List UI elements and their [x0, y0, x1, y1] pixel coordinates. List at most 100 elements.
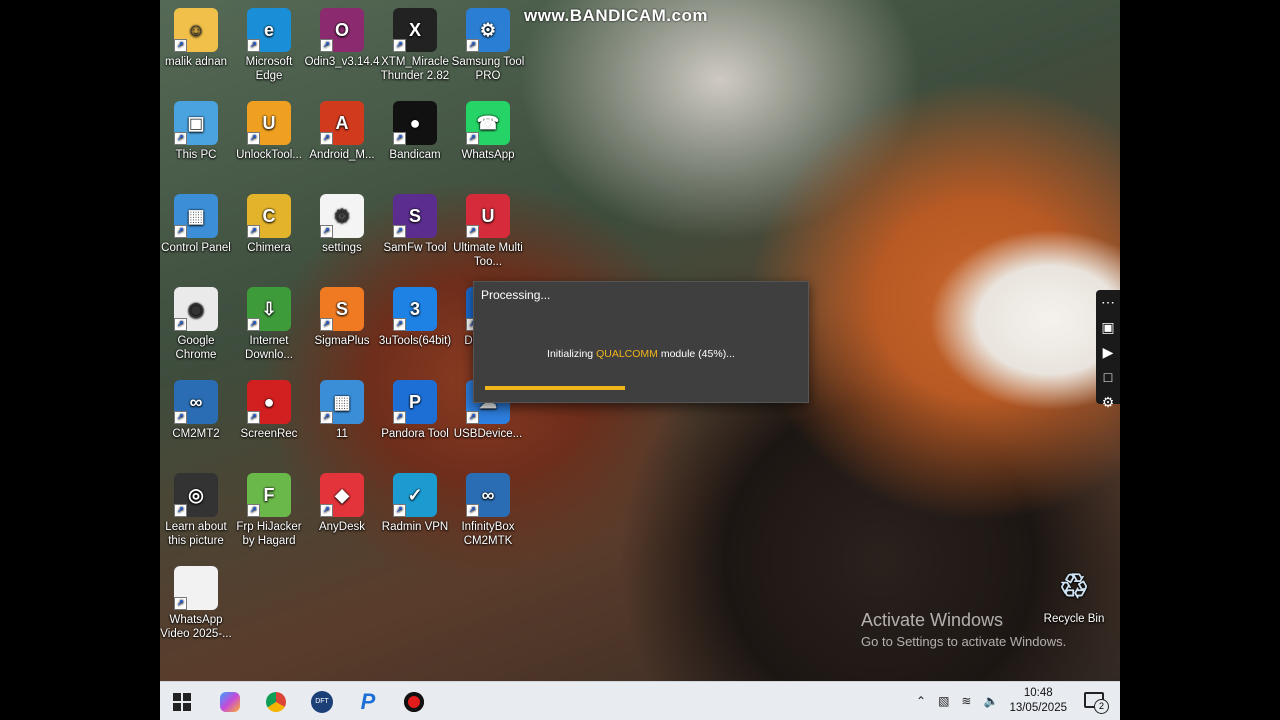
recycle-bin-icon: ♲	[1058, 568, 1090, 606]
icon-label: XTM_Miracle Thunder 2.82	[380, 56, 450, 82]
taskbar-chrome[interactable]	[263, 689, 289, 715]
icon-label: Chimera	[247, 242, 291, 254]
taskbar-pandora[interactable]: P	[355, 689, 381, 715]
internet-download-manager-shortcut[interactable]: ⇩ ↗ Internet Downlo...	[231, 279, 307, 362]
icon-glyph: ▦	[333, 392, 351, 412]
frp-hijacker-shortcut[interactable]: F ↗ Frp HiJacker by Hagard	[231, 465, 307, 548]
folder-11-shortcut[interactable]: ▦ ↗ 11	[304, 372, 380, 441]
settings-file-shortcut[interactable]: ⚙ ↗ settings	[304, 186, 380, 255]
icon-glyph: 3	[409, 299, 420, 319]
icon-label: 11	[336, 428, 348, 440]
odin-shortcut[interactable]: O ↗ Odin3_v3.14.4	[304, 0, 380, 69]
icon-label: Learn about this picture	[165, 521, 227, 547]
icon-label: SamFw Tool	[383, 242, 447, 254]
settings-file-icon: ⚙ ↗	[320, 194, 364, 238]
toolbar-menu-icon[interactable]: ⋯	[1096, 290, 1120, 315]
dftpro-icon: DFT	[311, 691, 333, 713]
notification-center[interactable]: 2	[1084, 690, 1109, 714]
shortcut-arrow-icon: ↗	[174, 225, 187, 238]
wifi-icon[interactable]: ≋	[961, 694, 971, 708]
message-prefix: Initializing	[547, 348, 597, 360]
whatsapp-video-file-shortcut[interactable]: ↗ WhatsApp Video 2025-...	[160, 558, 234, 641]
icon-glyph: ▦	[187, 206, 205, 226]
android-multitool-shortcut[interactable]: A ↗ Android_M...	[304, 93, 380, 162]
device-icon[interactable]: ▧	[938, 694, 949, 708]
icon-glyph: U	[481, 206, 495, 226]
sigmaplus-shortcut[interactable]: S ↗ SigmaPlus	[304, 279, 380, 348]
whatsapp-shortcut[interactable]: ☎ ↗ WhatsApp	[450, 93, 526, 162]
ultimate-multi-tool-shortcut[interactable]: U ↗ Ultimate Multi Too...	[450, 186, 526, 269]
shortcut-arrow-icon: ↗	[466, 132, 479, 145]
desktop-screen: www.BANDICAM.com ☺ ↗ malik adnan e ↗ Microsof…	[160, 0, 1120, 720]
icon-label: CM2MT2	[172, 428, 220, 440]
icon-glyph: ◆	[335, 485, 349, 505]
icon-glyph: F	[263, 485, 275, 505]
edge-shortcut[interactable]: e ↗ Microsoft Edge	[231, 0, 307, 83]
cm2mt2-shortcut[interactable]: ∞ ↗ CM2MT2	[160, 372, 234, 441]
message-suffix: module (45%)...	[657, 348, 735, 360]
icon-label: AnyDesk	[318, 521, 366, 533]
window-icon[interactable]: □	[1096, 365, 1120, 390]
this-pc-shortcut[interactable]: ▣ ↗ This PC	[160, 93, 234, 162]
pandora-tool-shortcut[interactable]: P ↗ Pandora Tool	[377, 372, 453, 441]
video-camera-icon[interactable]: ▶	[1096, 340, 1120, 365]
icon-glyph: ◉	[188, 299, 204, 319]
3utools-shortcut[interactable]: 3 ↗ 3uTools(64bit)	[377, 279, 453, 348]
chrome-shortcut[interactable]: ◉ ↗ Google Chrome	[160, 279, 234, 362]
icon-label: UnlockTool...	[236, 149, 302, 161]
message-highlight: QUALCOMM	[596, 348, 658, 360]
shortcut-arrow-icon: ↗	[247, 39, 260, 52]
odin-icon: O ↗	[320, 8, 364, 52]
infinitybox-cm2mtk-icon: ∞ ↗	[466, 473, 510, 517]
user-folder-shortcut[interactable]: ☺ ↗ malik adnan	[160, 0, 234, 69]
icon-glyph: ●	[409, 113, 421, 133]
shortcut-arrow-icon: ↗	[320, 132, 333, 145]
samsung-tool-shortcut[interactable]: ⚙ ↗ Samsung Tool PRO	[450, 0, 526, 83]
start-button[interactable]	[169, 689, 195, 715]
control-panel-shortcut[interactable]: ▦ ↗ Control Panel	[160, 186, 234, 255]
taskbar-bandicam[interactable]	[401, 689, 427, 715]
shortcut-arrow-icon: ↗	[320, 504, 333, 517]
shortcut-arrow-icon: ↗	[174, 411, 187, 424]
anydesk-shortcut[interactable]: ◆ ↗ AnyDesk	[304, 465, 380, 534]
icon-glyph: e	[263, 20, 274, 40]
icon-label: Microsoft Edge	[245, 56, 293, 82]
folder-11-icon: ▦ ↗	[320, 380, 364, 424]
icon-label: InfinityBox CM2MTK	[461, 521, 515, 547]
shortcut-arrow-icon: ↗	[466, 411, 479, 424]
notification-count-badge: 2	[1094, 699, 1109, 714]
android-multitool-icon: A ↗	[320, 101, 364, 145]
xtm-miracle-icon: X ↗	[393, 8, 437, 52]
samfw-tool-shortcut[interactable]: S ↗ SamFw Tool	[377, 186, 453, 255]
taskbar-copilot[interactable]	[217, 689, 243, 715]
shortcut-arrow-icon: ↗	[174, 39, 187, 52]
learn-picture-shortcut[interactable]: ◎ ↗ Learn about this picture	[160, 465, 234, 548]
unlocktool-shortcut[interactable]: U ↗ UnlockTool...	[231, 93, 307, 162]
icon-label: Pandora Tool	[381, 428, 449, 440]
bandicam-shortcut[interactable]: ● ↗ Bandicam	[377, 93, 453, 162]
xtm-miracle-shortcut[interactable]: X ↗ XTM_Miracle Thunder 2.82	[377, 0, 453, 83]
clock-date: 13/05/2025	[1009, 702, 1067, 714]
icon-glyph: ✓	[407, 485, 423, 505]
icon-label: 3uTools(64bit)	[378, 335, 452, 347]
whatsapp-video-file-icon: ↗	[174, 566, 218, 610]
control-panel-icon: ▦ ↗	[174, 194, 218, 238]
infinitybox-cm2mtk-shortcut[interactable]: ∞ ↗ InfinityBox CM2MTK	[450, 465, 526, 548]
windows-logo-icon	[173, 693, 191, 711]
activate-windows-watermark: Activate Windows Go to Settings to activ…	[861, 610, 1066, 649]
screenrec-shortcut[interactable]: ● ↗ ScreenRec	[231, 372, 307, 441]
chimera-shortcut[interactable]: C ↗ Chimera	[231, 186, 307, 255]
dialog-message: Initializing QUALCOMM module (45%)...	[474, 348, 808, 360]
taskbar-dftpro[interactable]: DFT	[309, 689, 335, 715]
camera-icon[interactable]: ▣	[1096, 315, 1120, 340]
shortcut-arrow-icon: ↗	[247, 411, 260, 424]
gear-icon[interactable]: ⚙	[1096, 390, 1120, 415]
samsung-tool-icon: ⚙ ↗	[466, 8, 510, 52]
radmin-vpn-shortcut[interactable]: ✓ ↗ Radmin VPN	[377, 465, 453, 534]
shortcut-arrow-icon: ↗	[393, 39, 406, 52]
shortcut-arrow-icon: ↗	[174, 132, 187, 145]
shortcut-arrow-icon: ↗	[393, 318, 406, 331]
speaker-icon[interactable]: 🔈	[983, 694, 998, 708]
clock[interactable]: 10:48 13/05/2025	[1009, 686, 1067, 716]
chevron-up-icon[interactable]: ⌃	[916, 694, 926, 708]
